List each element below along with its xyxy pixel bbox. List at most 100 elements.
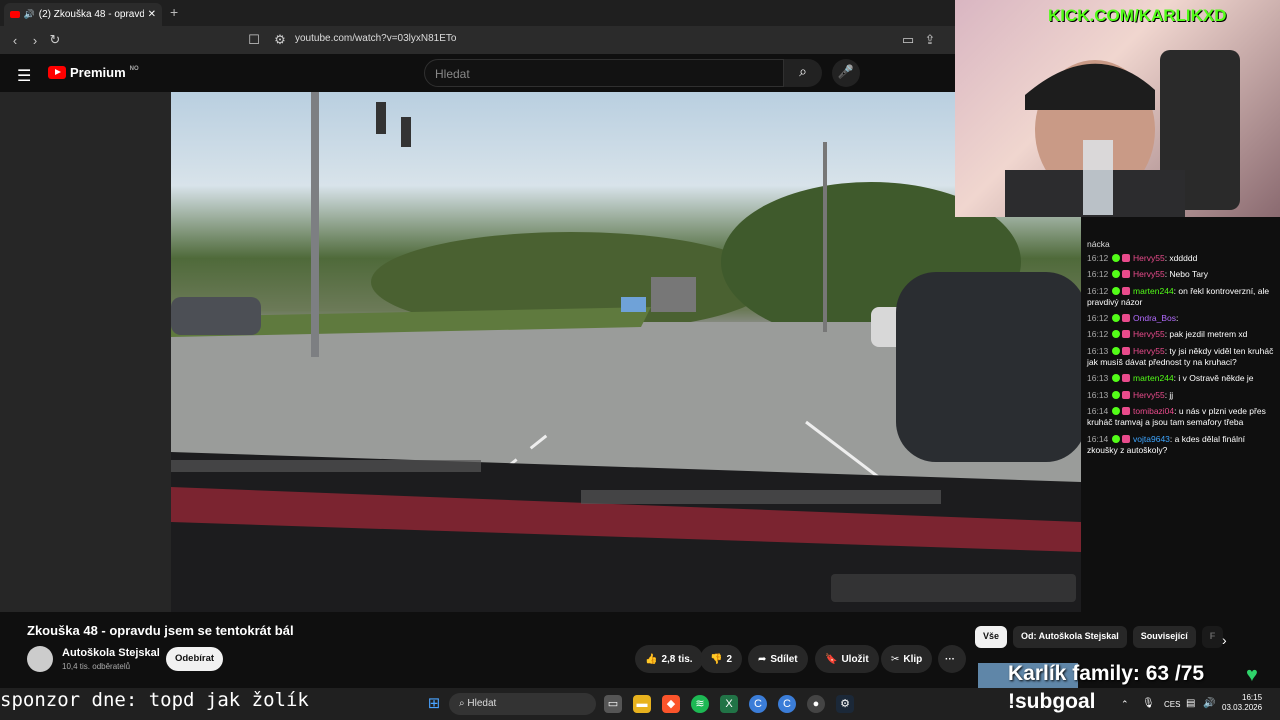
- share-button[interactable]: ➦ Sdílet: [748, 645, 808, 673]
- logo-text: Premium: [70, 65, 126, 80]
- chat-username[interactable]: tomibazi04: [1133, 406, 1174, 416]
- chat-text: Nebo Tary: [1169, 269, 1209, 280]
- chip-more[interactable]: F: [1201, 626, 1224, 648]
- back-icon[interactable]: ‹: [5, 33, 25, 48]
- chat-username[interactable]: Ondra_Bos: [1133, 313, 1176, 323]
- chat-timestamp: 16:12: [1087, 329, 1109, 340]
- kick-url-overlay: KICK.COM/KARLIKXD: [1048, 6, 1227, 25]
- dashcam-scene: [171, 92, 1081, 612]
- chat-username[interactable]: Hervy55: [1133, 346, 1165, 356]
- menu-icon[interactable]: ☰: [17, 66, 31, 86]
- url-text[interactable]: youtube.com/watch?v=03lyxN81ETo: [295, 33, 456, 44]
- youtube-favicon-icon: [10, 11, 20, 18]
- subscriber-badge-icon: [1111, 406, 1120, 415]
- gifter-badge-icon: [1121, 330, 1130, 339]
- reload-icon[interactable]: ↻: [45, 32, 65, 48]
- steam-icon[interactable]: ⚙: [836, 695, 854, 713]
- clip-label: Klip: [903, 653, 923, 665]
- network-icon[interactable]: ▤: [1186, 698, 1195, 709]
- chat-cut-message: nácka: [1087, 239, 1110, 249]
- file-explorer-icon[interactable]: ▬: [633, 695, 651, 713]
- subscriber-badge-icon: [1111, 390, 1120, 399]
- taskbar-search-label: Hledat: [467, 698, 497, 709]
- chat-timestamp: 16:13: [1087, 389, 1109, 400]
- save-label: Uložit: [841, 653, 869, 665]
- chat-message: 16:13 Hervy55: ty jsi někdy viděl ten kr…: [1087, 346, 1275, 369]
- video-player[interactable]: [171, 92, 1081, 612]
- language-indicator[interactable]: CES: [1164, 700, 1180, 709]
- new-tab-button[interactable]: +: [170, 4, 178, 20]
- taskbar-clock[interactable]: 16:15 03.03.2026: [1222, 693, 1262, 714]
- sponsor-overlay: sponzor dne: topd jak žolík: [0, 689, 309, 711]
- chat-timestamp: 16:12: [1087, 269, 1109, 280]
- youtube-play-icon: [48, 66, 66, 79]
- task-view-icon[interactable]: ▭: [604, 695, 622, 713]
- app-c-icon[interactable]: C: [749, 695, 767, 713]
- clock-time: 16:15: [1242, 693, 1263, 702]
- obs-icon[interactable]: ●: [807, 695, 825, 713]
- chat-username[interactable]: Hervy55: [1133, 390, 1165, 400]
- chat-username[interactable]: marten244: [1133, 286, 1174, 296]
- browser-tab[interactable]: 🔊 (2) Zkouška 48 - opravdu jsem ✕: [4, 3, 162, 26]
- chat-timestamp: 16:14: [1087, 405, 1109, 416]
- channel-name[interactable]: Autoškola Stejskal: [62, 647, 160, 659]
- chat-username[interactable]: Hervy55: [1133, 269, 1165, 279]
- excel-icon[interactable]: X: [720, 695, 738, 713]
- like-button[interactable]: 👍 2,8 tis.: [635, 645, 703, 673]
- close-tab-icon[interactable]: ✕: [148, 9, 156, 20]
- save-button[interactable]: 🔖 Uložit: [815, 645, 879, 673]
- chat-username[interactable]: Hervy55: [1133, 253, 1165, 263]
- microphone-icon: 🎤: [837, 64, 855, 79]
- voice-search-button[interactable]: 🎤: [832, 59, 860, 87]
- chip-related[interactable]: Související: [1132, 626, 1196, 648]
- share-label: Sdílet: [770, 653, 798, 665]
- chat-username[interactable]: vojta9643: [1133, 434, 1170, 444]
- chips-next-icon[interactable]: ›: [1222, 632, 1227, 648]
- share-page-icon[interactable]: ⇪: [920, 32, 940, 48]
- chat-timestamp: 16:14: [1087, 433, 1109, 444]
- microphone-tray-icon[interactable]: 🎙: [1142, 698, 1155, 709]
- chat-username[interactable]: marten244: [1133, 373, 1174, 383]
- chat-message: 16:12 Hervy55: pak jezdil metrem xd: [1087, 329, 1275, 340]
- chip-all[interactable]: Vše: [975, 626, 1008, 648]
- dislike-button[interactable]: 👎 2: [700, 645, 743, 673]
- youtube-logo[interactable]: Premium NO: [48, 65, 139, 80]
- more-icon: ···: [945, 653, 955, 665]
- chat-username[interactable]: Hervy55: [1133, 329, 1165, 339]
- taskbar-search[interactable]: ⌕ Hledat: [449, 693, 596, 715]
- subscriber-badge-icon: [1111, 254, 1120, 262]
- thumbs-down-icon: 👎: [710, 653, 723, 665]
- tray-chevron-icon[interactable]: ⌃: [1121, 699, 1129, 710]
- gifter-badge-icon: [1121, 434, 1130, 443]
- streamer-webcam: [955, 0, 1280, 217]
- cast-icon[interactable]: ▭: [898, 32, 918, 48]
- search-button[interactable]: ⌕: [784, 59, 822, 87]
- webcam-scene: [1005, 50, 1240, 217]
- gifter-badge-icon: [1121, 346, 1130, 355]
- subscriber-badge-icon: [1111, 314, 1120, 323]
- gifter-badge-icon: [1121, 374, 1130, 383]
- chat-separator: :: [1176, 313, 1179, 324]
- related-chips: Vše Od: Autoškola Stejskal Související F: [975, 626, 1224, 648]
- forward-icon[interactable]: ›: [25, 33, 45, 48]
- gifter-badge-icon: [1121, 314, 1130, 323]
- brave-browser-icon[interactable]: ◆: [662, 695, 680, 713]
- chat-message: 16:12 marten244: on řekl kontroverzní, a…: [1087, 286, 1275, 309]
- windows-start-icon[interactable]: ⊞: [425, 695, 443, 713]
- clip-button[interactable]: ✂ Klip: [881, 645, 933, 673]
- volume-icon[interactable]: 🔊: [1203, 698, 1215, 709]
- subscriber-badge-icon: [1111, 286, 1120, 295]
- address-bar: ‹ › ↻ ☐ ⚙ youtube.com/watch?v=03lyxN81ET…: [0, 26, 955, 54]
- stream-chat: nácka 16:12 Hervy55: xddddd 16:12 Hervy55…: [1081, 217, 1280, 612]
- search-input[interactable]: Hledat: [424, 59, 784, 87]
- bookmark-icon[interactable]: ☐: [244, 32, 264, 48]
- search-icon: ⌕: [799, 63, 807, 79]
- spotify-icon[interactable]: ≋: [691, 695, 709, 713]
- site-info-icon[interactable]: ⚙: [270, 32, 290, 48]
- more-actions-button[interactable]: ···: [938, 645, 966, 673]
- app-c2-icon[interactable]: C: [778, 695, 796, 713]
- channel-avatar[interactable]: [27, 646, 53, 672]
- chip-from-channel[interactable]: Od: Autoškola Stejskal: [1013, 626, 1127, 648]
- subscribe-button[interactable]: Odebírat: [166, 647, 223, 671]
- chat-message: 16:14 tomibazi04: u nás v plzni vede pře…: [1087, 406, 1275, 429]
